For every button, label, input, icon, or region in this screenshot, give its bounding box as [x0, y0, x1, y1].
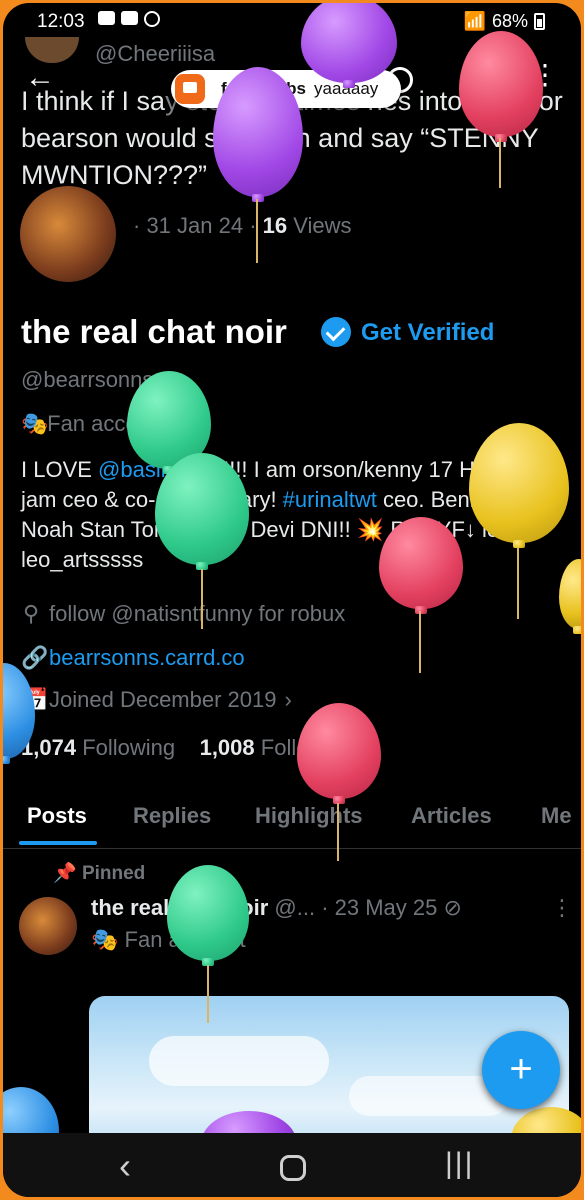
get-verified-link[interactable]: Get Verified	[361, 319, 494, 347]
bio-part1: I LOVE	[21, 457, 99, 482]
balloon-string	[419, 611, 421, 673]
link-icon: 🔗	[21, 645, 49, 670]
quoted-views-count: 16	[262, 213, 288, 238]
tab-articles[interactable]: Articles	[411, 803, 492, 829]
phone-screen: 12:03 📶 68% @Cheeriiisa I think if I say…	[3, 3, 581, 1197]
post-avatar[interactable]	[19, 897, 77, 955]
pin-icon: 📌	[53, 863, 77, 884]
post-header: the real chat noir @... · 23 May 25 ⊘	[91, 895, 462, 921]
profile-website[interactable]: 🔗 bearrsonns.carrd.co	[21, 645, 245, 671]
post-date: · 23 May 25	[321, 895, 438, 920]
tab-replies[interactable]: Replies	[133, 803, 211, 829]
balloon	[301, 3, 397, 88]
location-pin-icon: ⚲	[22, 601, 40, 626]
post-more-icon[interactable]: ⋮	[551, 895, 573, 921]
back-arrow-icon[interactable]: ←	[25, 63, 55, 93]
battery-percent: 68%	[491, 11, 528, 31]
wifi-icon: 📶	[463, 11, 486, 31]
balloon-string	[256, 199, 258, 263]
chat-bubble-icon	[175, 74, 205, 104]
balloon	[297, 703, 381, 804]
chevron-right-icon: ›	[284, 687, 292, 712]
profile-name: the real chat noir	[21, 313, 287, 350]
system-nav-bar: ‹ |||	[3, 1133, 581, 1197]
profile-tabs: Posts Replies Highlights Articles Me	[3, 793, 581, 849]
nav-recents-icon[interactable]: |||	[445, 1147, 474, 1181]
verified-badge-icon[interactable]	[321, 317, 351, 347]
status-time: 12:03	[37, 11, 85, 32]
post-author-handle: @...	[274, 895, 316, 920]
quoted-date: · 31 Jan 24 ·	[133, 213, 257, 238]
tab-posts[interactable]: Posts	[27, 803, 87, 829]
profile-joined[interactable]: 📅 Joined December 2019 ›	[21, 687, 292, 713]
balloon-string	[207, 965, 209, 1023]
balloon-string	[517, 547, 519, 619]
balloon	[213, 67, 303, 202]
balloon-string	[201, 569, 203, 629]
balloon	[155, 453, 249, 570]
battery-icon	[534, 13, 545, 30]
profile-handle: @bearrsonns	[21, 367, 154, 392]
bio-hashtag-link[interactable]: #urinaltwt	[283, 487, 377, 512]
quoted-meta: · 31 Jan 24 · 16 Views	[133, 213, 352, 239]
mask-icon: 🎭	[91, 927, 119, 952]
nav-home-icon[interactable]	[280, 1155, 306, 1181]
profile-avatar[interactable]	[17, 183, 119, 285]
grok-icon[interactable]: ⊘	[444, 895, 462, 920]
compose-button[interactable]: +	[482, 1031, 560, 1109]
tab-highlights[interactable]: Highlights	[255, 803, 363, 829]
following-link[interactable]: 1,074 Following	[21, 735, 175, 760]
chat-icon	[121, 11, 138, 25]
balloon	[167, 865, 249, 966]
balloon	[379, 517, 463, 614]
joined-text: Joined December 2019	[49, 687, 277, 712]
message-icon	[98, 11, 115, 25]
tab-media[interactable]: Me	[541, 803, 572, 829]
following-label: Following	[82, 735, 176, 760]
notification-icons	[98, 11, 160, 27]
balloon	[469, 423, 569, 548]
balloon	[459, 31, 543, 142]
status-right: 📶 68%	[464, 11, 545, 32]
location-text: follow @natisntfunny for robux	[49, 601, 346, 626]
balloon-string	[337, 803, 339, 861]
pinned-text: Pinned	[81, 863, 146, 884]
website-link[interactable]: bearrsonns.carrd.co	[49, 645, 245, 671]
balloon-string	[499, 138, 501, 188]
profile-location: ⚲ follow @natisntfunny for robux	[21, 601, 345, 627]
nav-back-icon[interactable]: ‹	[119, 1145, 131, 1187]
mask-icon: 🎭	[21, 411, 49, 436]
quoted-views-label: Views	[293, 213, 352, 238]
pinned-label: 📌 Pinned	[53, 861, 145, 885]
active-tab-indicator	[19, 841, 97, 845]
followers-count: 1,008	[199, 735, 255, 760]
ring-icon	[144, 11, 160, 27]
